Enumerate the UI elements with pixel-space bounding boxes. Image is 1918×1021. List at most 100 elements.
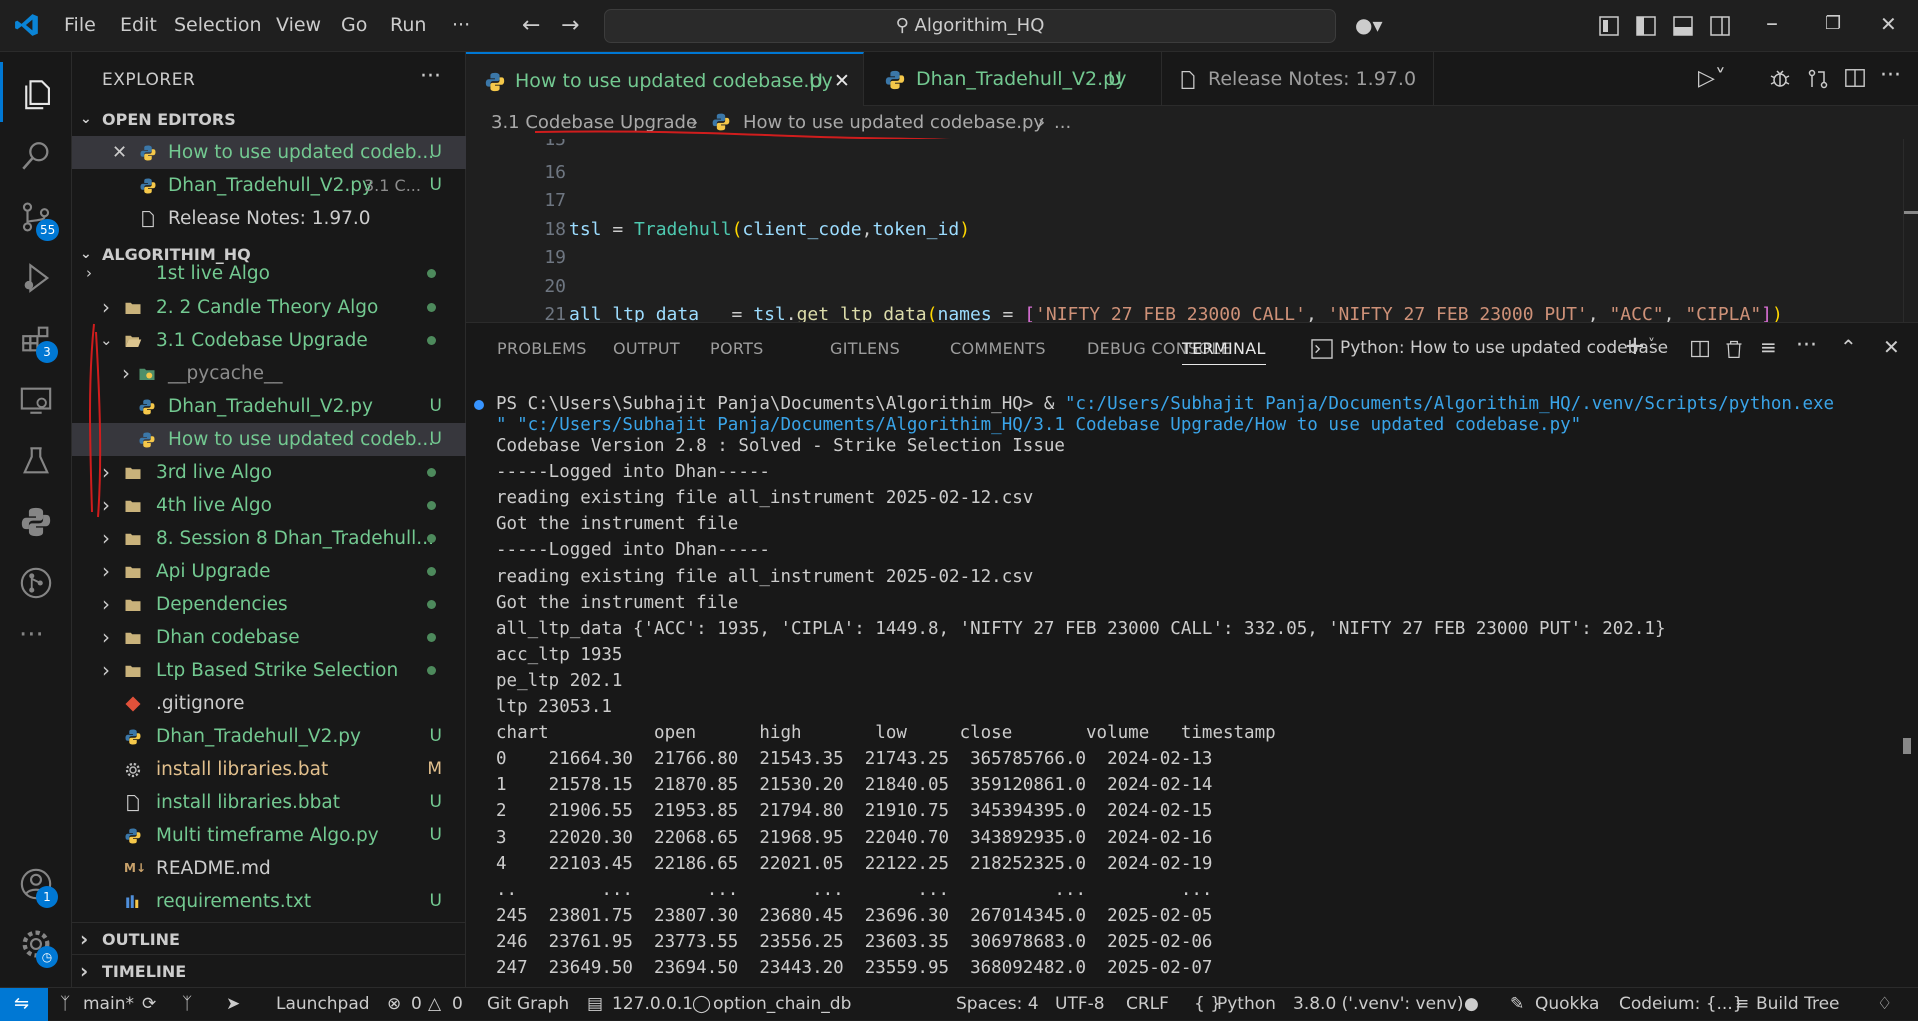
tree-file-selected[interactable]: How to use updated codeb... U: [72, 423, 466, 456]
tab-how-to-use[interactable]: How to use updated codebase.py U ✕: [466, 52, 864, 106]
tree-folder[interactable]: › __pycache__: [72, 357, 466, 390]
remote-indicator[interactable]: ⇋: [0, 988, 48, 1021]
db-name[interactable]: option_chain_db: [713, 988, 851, 1020]
tree-folder[interactable]: › 2. 2 Candle Theory Algo: [72, 291, 466, 324]
maximize-panel-icon[interactable]: ⌃: [1840, 335, 1857, 359]
menu-run[interactable]: Run: [390, 14, 426, 36]
outline-section[interactable]: › OUTLINE: [72, 922, 466, 955]
quokka-label[interactable]: Quokka: [1535, 988, 1599, 1020]
panel-tab-output[interactable]: OUTPUT: [613, 339, 680, 358]
panel-tab-gitlens[interactable]: GITLENS: [830, 339, 900, 358]
tree-file[interactable]: requirements.txt U: [72, 885, 466, 918]
remote-explorer-activity[interactable]: [0, 368, 72, 428]
git-graph-label[interactable]: Git Graph: [487, 988, 569, 1020]
testing-activity[interactable]: [0, 429, 72, 489]
scrollbar-thumb[interactable]: [1904, 211, 1918, 214]
split-terminal-icon[interactable]: [1690, 339, 1710, 359]
db-host[interactable]: 127.0.0.1: [612, 988, 693, 1020]
extensions-activity[interactable]: 3: [0, 307, 72, 367]
toggle-panel-icon[interactable]: [1673, 16, 1693, 36]
tab-release-notes[interactable]: Release Notes: 1.97.0: [1162, 52, 1434, 106]
timeline-section[interactable]: › TIMELINE: [72, 954, 466, 987]
explorer-more-icon[interactable]: ···: [420, 64, 441, 89]
editor-more-icon[interactable]: ···: [1880, 63, 1901, 88]
tree-file[interactable]: Dhan_Tradehull_V2.py U: [72, 720, 466, 753]
notifications-bell-icon[interactable]: ♢: [1877, 988, 1892, 1020]
tree-folder[interactable]: › 8. Session 8 Dhan_Tradehull...: [72, 522, 466, 555]
tree-file[interactable]: M↓ README.md: [72, 852, 466, 885]
launchpad-label[interactable]: Launchpad: [276, 988, 370, 1020]
menu-view[interactable]: View: [276, 14, 321, 36]
command-center-search[interactable]: ⚲ Algorithim_HQ: [604, 9, 1336, 43]
tree-folder[interactable]: › 3rd live Algo: [72, 456, 466, 489]
warning-icon[interactable]: △: [428, 988, 441, 1020]
editor-scrollbar[interactable]: [1903, 139, 1918, 322]
tree-folder[interactable]: › Ltp Based Strike Selection: [72, 654, 466, 687]
codeium-label[interactable]: Codeium: {...}: [1619, 988, 1744, 1020]
minimize-icon[interactable]: –: [1766, 9, 1778, 37]
open-editor-item[interactable]: Dhan_Tradehull_V2.py 3.1 C... U: [72, 169, 466, 202]
menu-go[interactable]: Go: [341, 14, 367, 36]
tree-folder[interactable]: › Dependencies: [72, 588, 466, 621]
close-window-icon[interactable]: ✕: [1880, 12, 1897, 36]
open-changes-icon[interactable]: [1806, 67, 1830, 91]
tree-file[interactable]: install libraries.bbat U: [72, 786, 466, 819]
run-debug-activity[interactable]: [0, 246, 72, 306]
menu-selection[interactable]: Selection: [174, 14, 262, 36]
tab-close-icon[interactable]: ✕: [834, 54, 850, 108]
terminal-name[interactable]: Python: How to use updated codebase: [1340, 338, 1668, 358]
split-editor-icon[interactable]: [1844, 67, 1866, 89]
menu-more[interactable]: ···: [452, 14, 470, 36]
python-activity[interactable]: [0, 490, 72, 550]
tree-folder[interactable]: › Dhan codebase: [72, 621, 466, 654]
run-python-file-icon[interactable]: ▷˅: [1698, 66, 1726, 91]
terminal-scrollbar-thumb[interactable]: [1903, 738, 1911, 754]
source-control-activity[interactable]: 55: [0, 185, 72, 245]
error-icon[interactable]: ⊗: [387, 988, 401, 1020]
errors-count[interactable]: 0: [411, 988, 422, 1020]
tree-file[interactable]: .gitignore: [72, 687, 466, 720]
tree-file[interactable]: Dhan_Tradehull_V2.py U: [72, 390, 466, 423]
search-activity[interactable]: [0, 124, 72, 184]
language-mode[interactable]: Python: [1217, 988, 1276, 1020]
vscode-logo-icon[interactable]: [14, 12, 40, 38]
explorer-activity[interactable]: [0, 62, 72, 122]
python-interpreter[interactable]: 3.8.0 ('.venv': venv): [1293, 988, 1464, 1020]
tree-folder[interactable]: › Api Upgrade: [72, 555, 466, 588]
manage-activity[interactable]: ◷: [0, 912, 72, 972]
toggle-secondary-sidebar-icon[interactable]: [1710, 16, 1730, 36]
new-terminal-icon[interactable]: +: [1624, 331, 1646, 361]
customize-layout-icon[interactable]: [1599, 16, 1619, 36]
tree-file[interactable]: Multi timeframe Algo.py U: [72, 819, 466, 852]
publish-icon[interactable]: ᛉ: [182, 988, 192, 1020]
panel-tab-terminal[interactable]: TERMINAL: [1182, 339, 1266, 365]
tree-folder[interactable]: › 4th live Algo: [72, 489, 466, 522]
copilot-icon[interactable]: ●▾: [1355, 13, 1383, 37]
code-editor[interactable]: 15 16 17 18 19 20 21 tsl = Tradehull(cli…: [466, 139, 1918, 322]
open-editor-item[interactable]: ✕ How to use updated codeb... U: [72, 136, 466, 169]
toggle-primary-sidebar-icon[interactable]: [1636, 16, 1656, 36]
close-panel-icon[interactable]: ✕: [1883, 335, 1900, 359]
tree-folder-expanded[interactable]: ⌄ 3.1 Codebase Upgrade: [72, 324, 466, 357]
panel-tab-problems[interactable]: PROBLEMS: [497, 339, 587, 358]
close-icon[interactable]: ✕: [112, 136, 127, 169]
indentation[interactable]: Spaces: 4: [956, 988, 1039, 1020]
open-editors-section[interactable]: ⌄ OPEN EDITORS: [72, 103, 466, 136]
build-tree-label[interactable]: Build Tree: [1756, 988, 1840, 1020]
sync-icon[interactable]: ⟳: [142, 988, 156, 1020]
encoding[interactable]: UTF-8: [1055, 988, 1105, 1020]
branch-name[interactable]: main*: [83, 988, 134, 1020]
copilot-status-icon[interactable]: ●: [1464, 988, 1479, 1020]
panel-tab-ports[interactable]: PORTS: [710, 339, 764, 358]
panel-tab-comments[interactable]: COMMENTS: [950, 339, 1046, 358]
tree-folder[interactable]: › 1st live Algo: [72, 263, 466, 287]
more-activity[interactable]: ···: [0, 612, 72, 672]
tab-dhan-tradehull[interactable]: Dhan_Tradehull_V2.py U: [864, 52, 1162, 106]
open-editor-item[interactable]: Release Notes: 1.97.0: [72, 202, 466, 235]
warnings-count[interactable]: 0: [452, 988, 463, 1020]
menu-file[interactable]: File: [64, 14, 96, 36]
panel-more-icon[interactable]: ···: [1796, 333, 1817, 358]
back-arrow-icon[interactable]: ←: [522, 13, 540, 38]
forward-arrow-icon[interactable]: →: [561, 13, 579, 38]
end-of-line[interactable]: CRLF: [1126, 988, 1169, 1020]
